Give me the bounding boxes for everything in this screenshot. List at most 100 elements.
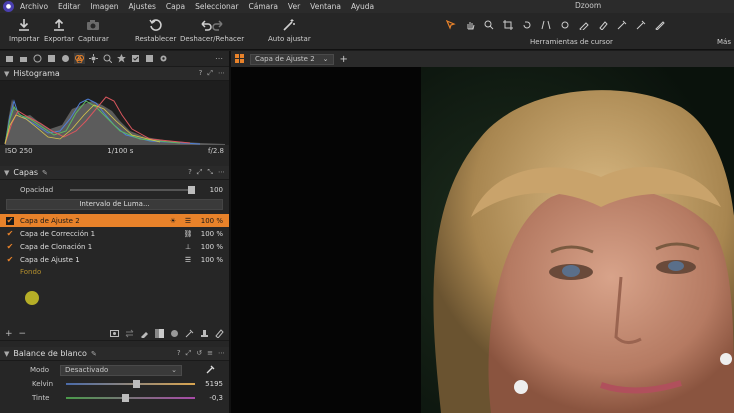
help-icon[interactable]: ?: [188, 168, 192, 177]
color-tab-icon[interactable]: [74, 53, 85, 64]
collapse-chevron-icon[interactable]: ▼: [4, 169, 9, 177]
layer-name: Capa de Corrección 1: [20, 229, 96, 238]
select-arrow-icon[interactable]: [444, 18, 457, 31]
crop-icon[interactable]: [501, 18, 514, 31]
expand-icon[interactable]: ⤢: [207, 69, 213, 78]
layer-item[interactable]: ✔ Capa de Corrección 1 ⛓ 100 %: [0, 227, 229, 240]
image-viewer[interactable]: [231, 67, 734, 413]
layer-checkbox[interactable]: ✔: [6, 216, 14, 225]
layer-item[interactable]: ✔ Capa de Clonación 1 ⊥ 100 %: [0, 240, 229, 253]
copy-icon[interactable]: ⤢: [197, 168, 203, 177]
library-tab-icon[interactable]: [4, 53, 15, 64]
brush-icon[interactable]: ✎: [91, 350, 97, 358]
opacity-value[interactable]: 100: [203, 186, 223, 194]
brush-icon[interactable]: [577, 18, 590, 31]
luma-range-button[interactable]: Intervalo de Luma...: [6, 199, 223, 210]
gradient-icon[interactable]: [155, 329, 164, 338]
wb-picker-icon[interactable]: [206, 365, 215, 376]
reset-button[interactable]: Restablecer: [135, 16, 176, 43]
lens-tab-icon[interactable]: [32, 53, 43, 64]
swap-icon[interactable]: [125, 329, 134, 338]
menu-camara[interactable]: Cámara: [249, 2, 278, 11]
picker-icon[interactable]: [615, 18, 628, 31]
tabs-more-icon[interactable]: ⋯: [215, 54, 223, 63]
add-tab-icon[interactable]: +: [340, 54, 348, 65]
mask-view-icon[interactable]: [110, 329, 119, 338]
viewer-layer-tab[interactable]: Capa de Ajuste 2 ⌄: [250, 53, 334, 65]
histogram-header[interactable]: ▼ Histograma ? ⤢ ⋯: [0, 67, 229, 81]
menu-imagen[interactable]: Imagen: [90, 2, 118, 11]
reset-icon[interactable]: ↺: [196, 349, 202, 358]
tint-slider-knob[interactable]: [122, 394, 129, 402]
mode-select[interactable]: Desactivado ⌄: [60, 364, 182, 376]
picker-wb-icon[interactable]: [634, 18, 647, 31]
eraser-icon[interactable]: [596, 18, 609, 31]
layer-brush-icon[interactable]: ✎: [42, 169, 48, 177]
app-logo-icon: ●: [3, 1, 14, 12]
local-adjust-tab-icon[interactable]: [102, 53, 113, 64]
menu-capa[interactable]: Capa: [166, 2, 185, 11]
eraser-icon[interactable]: [215, 329, 224, 338]
rotate-icon[interactable]: [520, 18, 533, 31]
eyedropper-icon[interactable]: [185, 329, 194, 338]
batch-tab-icon[interactable]: [144, 53, 155, 64]
import-button[interactable]: Importar: [9, 16, 39, 43]
layer-checkbox[interactable]: ✔: [6, 229, 14, 238]
collapse-chevron-icon[interactable]: ▼: [4, 70, 9, 78]
stamp-icon[interactable]: [200, 329, 209, 338]
spot-removal-icon[interactable]: [558, 18, 571, 31]
metadata-tab-icon[interactable]: [116, 53, 127, 64]
menu-seleccionar[interactable]: Seleccionar: [195, 2, 238, 11]
menu-editar[interactable]: Editar: [58, 2, 80, 11]
kelvin-slider-knob[interactable]: [133, 380, 140, 388]
zoom-icon[interactable]: [482, 18, 495, 31]
histogram-title: Histograma: [13, 69, 60, 78]
white-balance-header[interactable]: ▼ Balance de blanco ✎ ? ⤢ ↺ ≡ ⋯: [0, 347, 229, 361]
grid-view-icon[interactable]: [235, 53, 244, 65]
pan-hand-icon[interactable]: [463, 18, 476, 31]
capture-tab-icon[interactable]: [18, 53, 29, 64]
export-button[interactable]: Exportar: [44, 16, 74, 43]
expand-icon[interactable]: ⤡: [207, 168, 213, 177]
settings-tab-icon[interactable]: [158, 53, 169, 64]
help-icon[interactable]: ?: [177, 349, 181, 358]
more-icon[interactable]: ⋯: [218, 69, 225, 78]
opacity-slider[interactable]: [70, 186, 195, 194]
annotate-icon[interactable]: [653, 18, 666, 31]
menu-ajustes[interactable]: Ajustes: [129, 2, 156, 11]
tint-slider[interactable]: [66, 394, 195, 402]
add-layer-icon[interactable]: +: [5, 329, 13, 339]
keystone-icon[interactable]: [539, 18, 552, 31]
menu-ventana[interactable]: Ventana: [310, 2, 341, 11]
opacity-slider-knob[interactable]: [188, 186, 195, 194]
output-tab-icon[interactable]: [130, 53, 141, 64]
auto-adjust-button[interactable]: Auto ajustar: [268, 16, 311, 43]
tint-value[interactable]: -0,3: [203, 394, 223, 402]
kelvin-slider[interactable]: [66, 380, 195, 388]
remove-layer-icon[interactable]: −: [19, 329, 27, 339]
layer-item[interactable]: ✔ Capa de Ajuste 2 ☀ ☰ 100 %: [0, 214, 229, 227]
list-icon[interactable]: ≡: [207, 349, 213, 358]
background-layer-label[interactable]: Fondo: [0, 266, 229, 278]
layer-item[interactable]: ✔ Capa de Ajuste 1 ☰ 100 %: [0, 253, 229, 266]
exposure-tab-icon[interactable]: [60, 53, 71, 64]
kelvin-value[interactable]: 5195: [203, 380, 223, 388]
details-tab-icon[interactable]: [88, 53, 99, 64]
undo-redo-button[interactable]: Deshacer/Rehacer: [180, 16, 244, 43]
sliders-icon: ☰: [184, 216, 192, 225]
menu-archivo[interactable]: Archivo: [20, 2, 48, 11]
layer-checkbox[interactable]: ✔: [6, 255, 14, 264]
layer-checkbox[interactable]: ✔: [6, 242, 14, 251]
more-icon[interactable]: ⋯: [218, 349, 225, 358]
menu-ayuda[interactable]: Ayuda: [351, 2, 374, 11]
composition-tab-icon[interactable]: [46, 53, 57, 64]
more-icon[interactable]: ⋯: [218, 168, 225, 177]
help-icon[interactable]: ?: [199, 69, 203, 78]
capture-button[interactable]: Capturar: [78, 16, 109, 43]
brush-icon[interactable]: [140, 329, 149, 338]
radial-icon[interactable]: [170, 329, 179, 338]
copy-icon[interactable]: ⤢: [186, 349, 192, 358]
collapse-chevron-icon[interactable]: ▼: [4, 350, 9, 358]
menu-ver[interactable]: Ver: [288, 2, 300, 11]
layers-header[interactable]: ▼ Capas ✎ ? ⤢ ⤡ ⋯: [0, 166, 229, 180]
